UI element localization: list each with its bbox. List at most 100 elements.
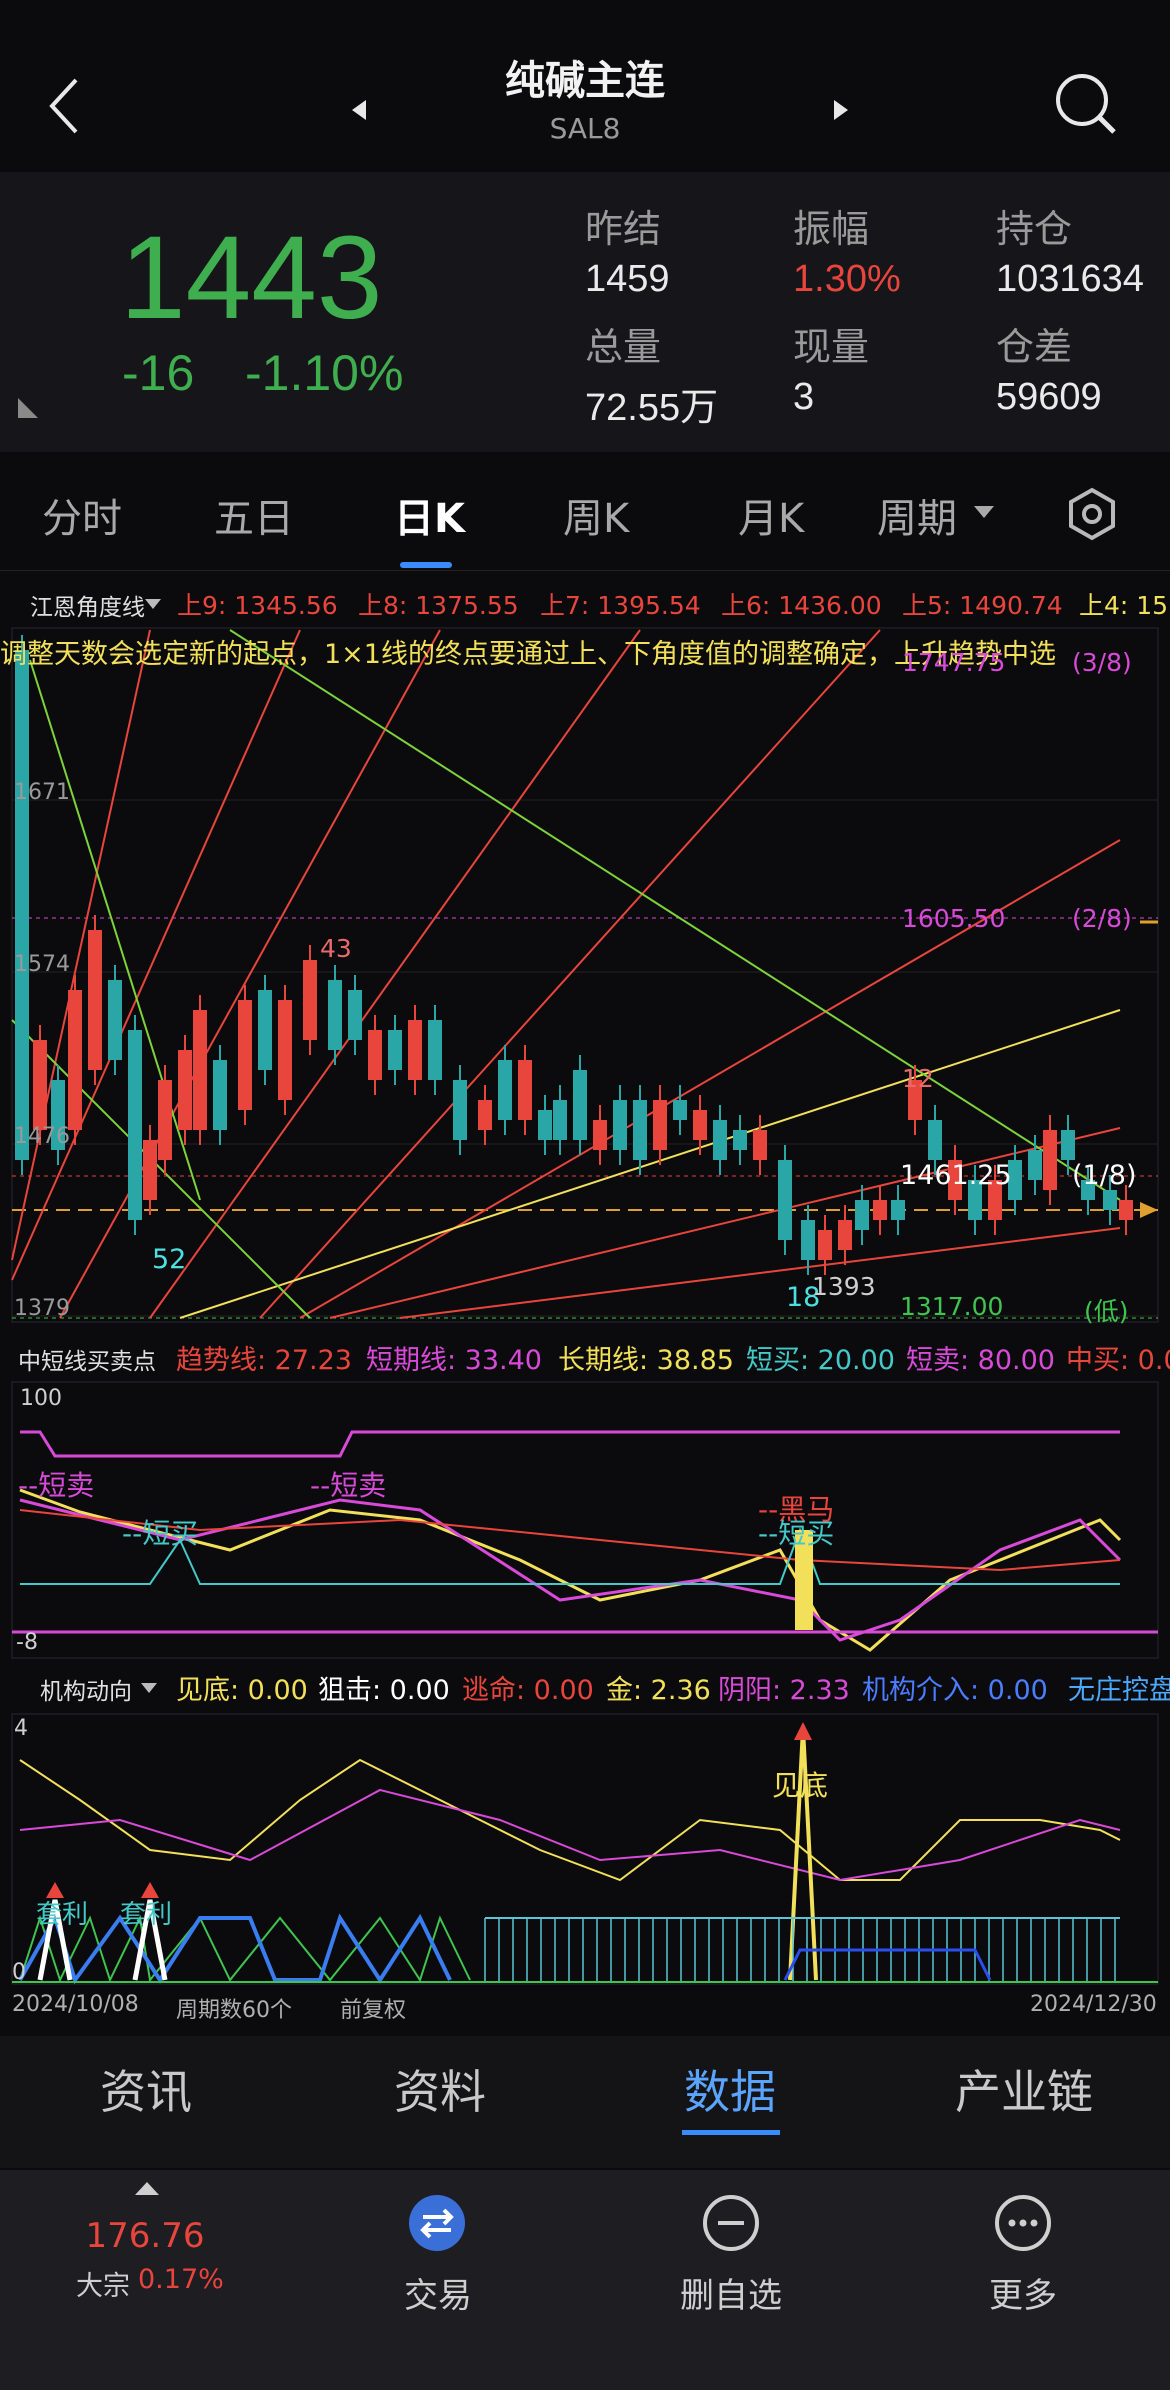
indicator2-name[interactable]: 机构动向 [40, 1672, 132, 1706]
candle-body-30 [613, 1100, 627, 1150]
candle-body-34 [693, 1110, 707, 1140]
period-count[interactable]: 周期数60个 [176, 1992, 292, 2024]
tab-five-day[interactable]: 五日 [214, 486, 294, 544]
remove-watchlist-icon[interactable] [702, 2194, 760, 2252]
indicator2-y-bottom: 0 [12, 1960, 26, 1985]
candle-body-36 [733, 1130, 747, 1150]
tab-profile[interactable]: 资料 [394, 2056, 486, 2122]
gann-level-up7: 上7: 1395.54 [540, 591, 701, 620]
y-tick-1574: 1574 [14, 952, 70, 977]
gann-dropdown-icon[interactable] [144, 598, 162, 610]
candle-body-52 [1043, 1130, 1057, 1190]
trade-icon[interactable] [408, 2194, 466, 2252]
y-tick-1476: 1476 [14, 1124, 70, 1149]
indicator2-y-top: 4 [14, 1716, 28, 1741]
candle-body-28 [573, 1070, 587, 1140]
indicator1-short-buy: 短买: 20.00 [746, 1345, 895, 1376]
content-tab-indicator [682, 2130, 780, 2135]
candle-body-22 [453, 1080, 467, 1140]
indicator1-trend: 趋势线: 27.23 [176, 1345, 352, 1376]
candle-body-29 [593, 1120, 607, 1150]
price-change: -16 [122, 345, 195, 401]
search-icon[interactable] [1054, 72, 1118, 136]
y-tick-1379: 1379 [14, 1296, 70, 1321]
price-marker [1140, 1202, 1158, 1218]
candle-body-19 [388, 1030, 402, 1070]
candle-body-3 [68, 990, 82, 1130]
open-interest-value: 1031634 [996, 258, 1144, 300]
candle-body-38 [778, 1160, 792, 1240]
indicator1-mid-buy: 中买: 0.0 [1066, 1345, 1170, 1376]
indicator1-y-bottom: -8 [16, 1630, 38, 1655]
annot-short-buy-1: --短买 [122, 1517, 199, 1550]
more-label[interactable]: 更多 [973, 2268, 1073, 2317]
level-value-1605: 1605.50 [902, 904, 1006, 933]
prev-settle-value: 1459 [585, 258, 670, 300]
mark-43: 43 [320, 934, 352, 963]
candle-body-39 [801, 1220, 815, 1260]
gann-level-up6: 上6: 1436.00 [721, 591, 882, 620]
candle-body-13 [258, 990, 272, 1070]
candle-body-21 [428, 1020, 442, 1080]
period-dropdown-icon[interactable] [972, 504, 996, 520]
indicator2-yinyang: 阴阳: 2.33 [718, 1675, 850, 1706]
y-tick-1671: 1671 [14, 780, 70, 805]
tab-intraday[interactable]: 分时 [42, 486, 122, 544]
ticker-percent: 0.17% [138, 2264, 224, 2295]
tab-news[interactable]: 资讯 [100, 2056, 192, 2122]
candle-body-56 [1119, 1200, 1133, 1220]
ind2-yinyang-line [19, 1788, 1121, 1882]
candle-body-9 [178, 1050, 192, 1130]
tab-data[interactable]: 数据 [684, 2056, 776, 2122]
candle-body-15 [303, 960, 317, 1040]
annot-short-sell-1: --短卖 [18, 1469, 95, 1502]
top-nav-bar: 纯碱主连 SAL8 [0, 0, 1170, 170]
gann-indicator-name[interactable]: 江恩角度线 [30, 588, 145, 622]
candle-body-51 [1028, 1150, 1042, 1180]
tab-weekly-k[interactable]: 周K [563, 486, 629, 544]
last-price: 1443 [120, 212, 383, 344]
page-title: 纯碱主连 [505, 58, 665, 104]
candle-body-11 [213, 1060, 227, 1130]
candle-body-8 [158, 1080, 172, 1160]
candle-body-10 [193, 1010, 207, 1130]
candle-body-43 [873, 1200, 887, 1220]
ticker-value[interactable]: 176.76 [60, 2216, 230, 2256]
price-adjust[interactable]: 前复权 [340, 1992, 406, 2024]
candle-body-6 [128, 1030, 142, 1220]
tab-daily-k[interactable]: 日K [394, 486, 465, 544]
candle-body-35 [713, 1120, 727, 1160]
expand-corner-icon[interactable] [16, 396, 40, 420]
oi-change-value: 59609 [996, 376, 1102, 418]
volume-value: 72.55万 [585, 387, 719, 429]
settings-icon[interactable] [1064, 486, 1120, 542]
tab-monthly-k[interactable]: 月K [738, 486, 804, 544]
candle-body-17 [348, 990, 362, 1040]
gann-level-up4: 上4: 15 [1079, 591, 1169, 620]
level-value-1747: 1747.75 [902, 648, 1006, 677]
candle-body-55 [1103, 1190, 1117, 1210]
next-contract-icon[interactable] [830, 98, 850, 122]
level-tag-3-8: (3/8) [1072, 648, 1132, 677]
candle-body-26 [538, 1110, 552, 1140]
remove-watchlist-label[interactable]: 删自选 [666, 2268, 796, 2317]
candle-body-25 [518, 1060, 532, 1120]
tab-industry-chain[interactable]: 产业链 [955, 2056, 1093, 2122]
trade-label[interactable]: 交易 [388, 2268, 488, 2317]
prev-settle-label: 昨结 [585, 207, 662, 251]
annot-short-sell-2: --短卖 [310, 1469, 387, 1502]
gann-fan-line-2 [59, 629, 441, 1319]
contract-code: SAL8 [549, 112, 621, 145]
indicator1-name[interactable]: 中短线买卖点 [18, 1342, 156, 1376]
tab-period[interactable]: 周期 [877, 486, 957, 544]
candle-body-18 [368, 1030, 382, 1080]
level-tag-1-8: (1/8) [1072, 1160, 1137, 1191]
level-tag-2-8: (2/8) [1072, 904, 1132, 933]
more-icon[interactable] [994, 2194, 1052, 2252]
ticker-expand-icon[interactable] [134, 2180, 160, 2196]
indicator2-snipe: 狙击: 0.00 [318, 1675, 450, 1706]
candle-body-33 [673, 1100, 687, 1120]
ticker-name: 大宗 [76, 2271, 130, 2302]
indicator2-escape: 逃命: 0.00 [462, 1675, 594, 1706]
indicator2-dropdown-icon[interactable] [140, 1682, 158, 1694]
